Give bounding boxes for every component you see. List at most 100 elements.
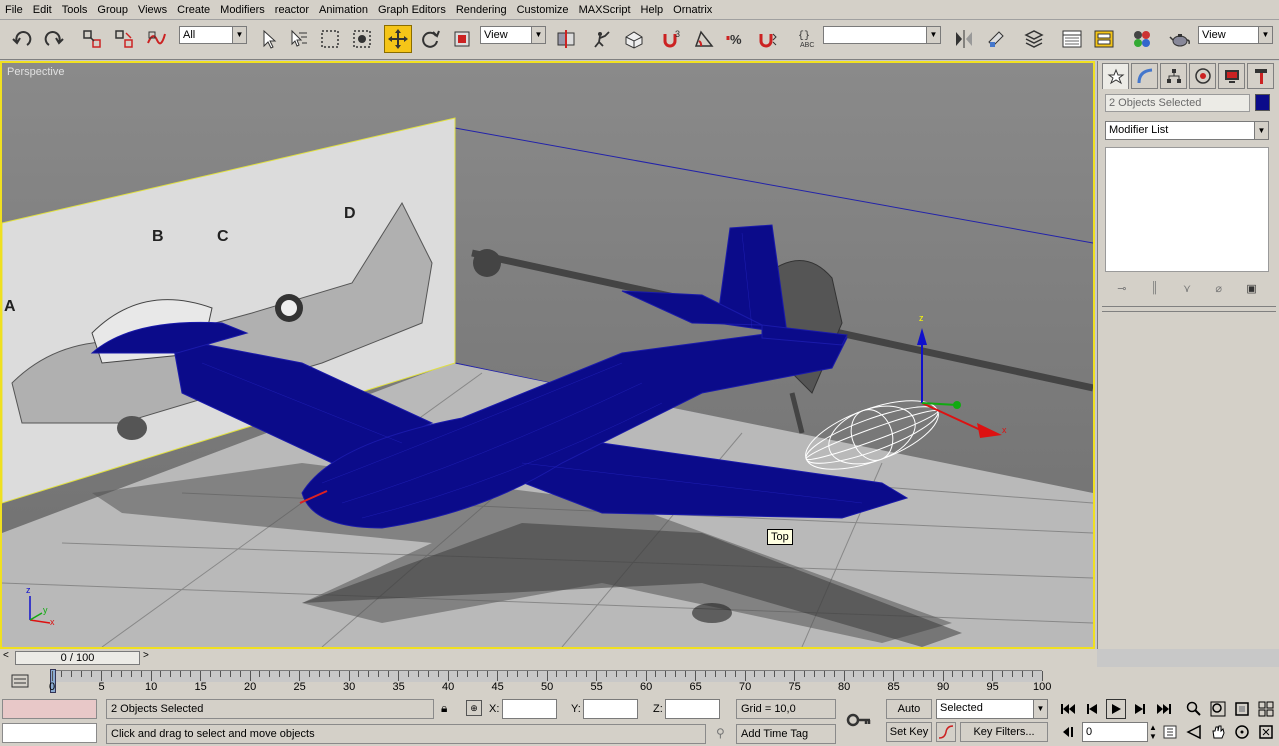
configure-sets-icon[interactable]: ▣ <box>1246 282 1256 295</box>
object-color-swatch[interactable] <box>1255 94 1270 111</box>
go-to-end-button[interactable] <box>1154 699 1174 719</box>
edit-named-selection-button[interactable]: {} ABC <box>794 25 822 53</box>
render-scene-button[interactable] <box>1166 25 1194 53</box>
chevron-right-icon[interactable]: > <box>143 650 149 661</box>
mirror-button[interactable] <box>950 25 978 53</box>
go-to-start-button[interactable] <box>1058 699 1078 719</box>
remove-modifier-icon[interactable]: ⌀ <box>1215 282 1222 295</box>
menu-item-views[interactable]: Views <box>133 0 172 20</box>
select-and-rotate-button[interactable] <box>416 25 444 53</box>
menu-item-reactor[interactable]: reactor <box>270 0 314 20</box>
tab-motion[interactable] <box>1189 63 1216 89</box>
tab-display[interactable] <box>1218 63 1245 89</box>
chevron-left-icon[interactable]: < <box>3 650 9 661</box>
menu-item-tools[interactable]: Tools <box>57 0 93 20</box>
pin-stack-icon[interactable]: ⊸ <box>1117 282 1126 295</box>
layer-manager-button[interactable] <box>1020 25 1048 53</box>
tab-utilities[interactable] <box>1247 63 1274 89</box>
window-crossing-button[interactable] <box>348 25 376 53</box>
tab-hierarchy[interactable] <box>1160 63 1187 89</box>
key-filters-button[interactable]: Key Filters... <box>960 722 1048 742</box>
add-time-tag-button[interactable]: Add Time Tag <box>736 724 836 744</box>
zoom-extents-all-button[interactable] <box>1256 699 1276 719</box>
show-end-result-icon[interactable]: ║ <box>1151 282 1159 294</box>
current-frame-field[interactable]: 0 <box>1082 722 1148 742</box>
curve-editor-button[interactable] <box>1058 25 1086 53</box>
menu-item-customize[interactable]: Customize <box>512 0 574 20</box>
z-coordinate-field[interactable] <box>665 699 720 719</box>
default-tangents-button[interactable] <box>936 722 956 742</box>
zoom-button[interactable] <box>1184 699 1204 719</box>
render-type-dropdown[interactable]: View ▼ <box>1198 26 1273 44</box>
menu-item-file[interactable]: File <box>0 0 28 20</box>
select-and-move-button[interactable] <box>384 25 412 53</box>
set-key-button[interactable]: Set Key <box>886 722 932 742</box>
menu-item-create[interactable]: Create <box>172 0 215 20</box>
time-configuration-button[interactable] <box>1160 722 1180 742</box>
y-coordinate-field[interactable] <box>583 699 638 719</box>
named-selection-sets-dropdown[interactable]: ▼ <box>823 26 941 44</box>
menu-item-animation[interactable]: Animation <box>314 0 373 20</box>
redo-button[interactable] <box>40 25 68 53</box>
object-name-field[interactable]: 2 Objects Selected <box>1105 94 1250 112</box>
select-and-link-button[interactable] <box>78 25 106 53</box>
zoom-extents-button[interactable] <box>1232 699 1252 719</box>
frame-spinner-icon[interactable]: ▲ ▼ <box>1149 723 1157 741</box>
auto-key-button[interactable]: Auto Key <box>886 699 932 733</box>
maxscript-mini-listener[interactable] <box>2 723 97 743</box>
maximize-viewport-button[interactable] <box>1256 722 1276 742</box>
field-of-view-button[interactable] <box>1184 722 1204 742</box>
perspective-viewport[interactable]: B C D A z x z x y Perspective Top <box>0 61 1095 649</box>
percent-snap-toggle-button[interactable]: % <box>722 25 750 53</box>
time-slider[interactable]: 0 / 100 <box>15 651 140 665</box>
rectangular-selection-button[interactable] <box>316 25 344 53</box>
select-by-name-button[interactable] <box>284 25 312 53</box>
set-key-toggle[interactable] <box>846 711 872 729</box>
make-unique-icon[interactable]: ⋎ <box>1183 282 1191 295</box>
ruler-tick <box>883 671 885 677</box>
align-button[interactable] <box>982 25 1010 53</box>
play-button[interactable] <box>1106 699 1126 719</box>
menu-item-maxscript[interactable]: MAXScript <box>574 0 636 20</box>
modifier-stack[interactable] <box>1105 147 1269 272</box>
pan-view-button[interactable] <box>1208 722 1228 742</box>
previous-frame-button[interactable] <box>1082 699 1102 719</box>
undo-button[interactable] <box>8 25 36 53</box>
select-and-manipulate-button[interactable] <box>588 25 616 53</box>
selection-filter-dropdown[interactable]: All ▼ <box>179 26 247 44</box>
mini-curve-editor-button[interactable] <box>10 673 30 689</box>
angle-snap-toggle-button[interactable] <box>690 25 718 53</box>
snaps-toggle-button[interactable]: 3 <box>658 25 686 53</box>
next-frame-button[interactable] <box>1130 699 1150 719</box>
tab-create[interactable] <box>1102 63 1129 89</box>
menu-item-graph-editors[interactable]: Graph Editors <box>373 0 451 20</box>
maxscript-listener-pink[interactable] <box>2 699 97 719</box>
menu-item-group[interactable]: Group <box>92 0 133 20</box>
modifier-list-dropdown[interactable]: Modifier List ▼ <box>1105 121 1269 140</box>
select-and-scale-button[interactable] <box>448 25 476 53</box>
track-bar[interactable]: 0 5 10 15 20 25 30 35 40 45 50 55 60 65 70 75 80 85 90 95 10… <box>0 667 1279 697</box>
absolute-mode-icon[interactable]: ⊕ <box>466 700 482 716</box>
material-editor-button[interactable] <box>1128 25 1156 53</box>
tab-modify[interactable] <box>1131 63 1158 89</box>
zoom-all-button[interactable] <box>1208 699 1228 719</box>
lock-icon[interactable]: 🔒︎ <box>441 701 447 716</box>
pivot-point-center-button[interactable] <box>552 25 580 53</box>
select-object-button[interactable] <box>254 25 282 53</box>
menu-item-modifiers[interactable]: Modifiers <box>215 0 270 20</box>
x-coordinate-field[interactable] <box>502 699 557 719</box>
unlink-selection-button[interactable] <box>110 25 138 53</box>
key-mode-dropdown[interactable]: Selected ▼ <box>936 699 1048 719</box>
schematic-view-button[interactable] <box>1090 25 1118 53</box>
reference-coordinate-dropdown[interactable]: View ▼ <box>480 26 546 44</box>
menu-item-rendering[interactable]: Rendering <box>451 0 512 20</box>
menu-item-ornatrix[interactable]: Ornatrix <box>668 0 717 20</box>
spinner-snap-toggle-button[interactable] <box>754 25 782 53</box>
viewport-label[interactable]: Perspective <box>7 66 64 78</box>
menu-item-help[interactable]: Help <box>636 0 669 20</box>
menu-item-edit[interactable]: Edit <box>28 0 57 20</box>
keyboard-shortcut-override-button[interactable] <box>620 25 648 53</box>
bind-to-space-warp-button[interactable] <box>142 25 170 53</box>
key-mode-toggle[interactable] <box>1058 722 1078 742</box>
arc-rotate-button[interactable] <box>1232 722 1252 742</box>
